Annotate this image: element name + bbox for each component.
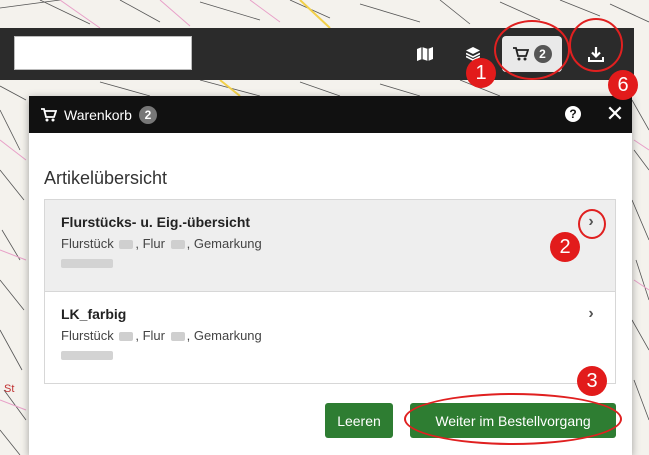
- annotation-marker-1: 1: [466, 58, 496, 88]
- clear-cart-button[interactable]: Leeren: [325, 403, 393, 438]
- gemarkung-label: , Gemarkung: [186, 328, 262, 343]
- cart-panel-header: Warenkorb 2 ? ✕: [29, 96, 632, 133]
- flur-label: , Flur: [135, 328, 165, 343]
- annotation-ring-cart: [494, 20, 570, 80]
- map-button[interactable]: [410, 36, 440, 72]
- map-icon: [417, 47, 433, 61]
- redacted-value: [119, 240, 134, 250]
- gemarkung-label: , Gemarkung: [186, 236, 262, 251]
- redacted-value: [170, 240, 185, 250]
- search-input[interactable]: [14, 36, 192, 70]
- cart-item[interactable]: LK_farbig Flurstück , Flur , Gemarkung ›: [44, 291, 616, 384]
- annotation-ring-chevron: [578, 209, 606, 239]
- annotation-marker-6: 6: [608, 70, 638, 100]
- close-icon[interactable]: ✕: [603, 101, 627, 127]
- parcel-label: Flurstück: [61, 328, 114, 343]
- chevron-right-icon[interactable]: ›: [581, 304, 601, 324]
- cart-item-name: LK_farbig: [61, 306, 127, 322]
- cart-panel-title: Warenkorb: [64, 106, 132, 123]
- annotation-ring-download: [569, 18, 623, 72]
- redacted-gemarkung: [61, 259, 113, 268]
- annotation-ring-continue: [404, 393, 622, 445]
- redacted-value: [170, 332, 185, 342]
- cart-item[interactable]: Flurstücks- u. Eig.-übersicht Flurstück …: [44, 199, 616, 292]
- svg-text:St: St: [4, 383, 14, 395]
- cart-item-name: Flurstücks- u. Eig.-übersicht: [61, 214, 251, 230]
- article-overview-heading: Artikelübersicht: [44, 168, 168, 188]
- cart-panel-title-group: Warenkorb 2: [41, 96, 157, 133]
- cart-item-detail: Flurstück , Flur , Gemarkung: [61, 236, 599, 268]
- annotation-marker-2: 2: [550, 232, 580, 262]
- help-icon[interactable]: ?: [565, 106, 581, 122]
- flur-label: , Flur: [135, 236, 165, 251]
- cart-panel-count-badge: 2: [138, 105, 157, 124]
- redacted-value: [119, 332, 134, 342]
- cart-item-detail: Flurstück , Flur , Gemarkung: [61, 328, 599, 360]
- parcel-label: Flurstück: [61, 236, 114, 251]
- redacted-gemarkung: [61, 351, 113, 360]
- cart-icon: [41, 107, 57, 121]
- annotation-marker-3: 3: [577, 366, 607, 396]
